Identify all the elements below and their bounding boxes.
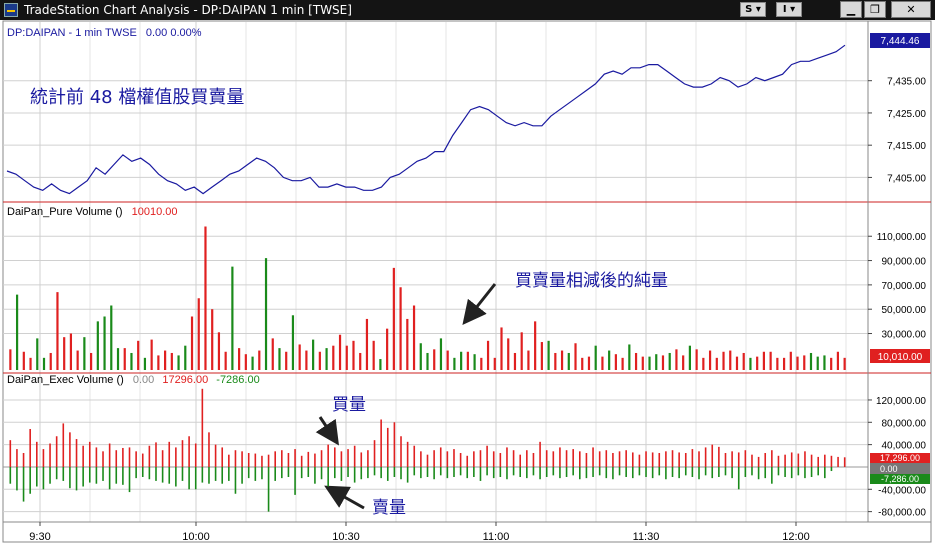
buy-volume-annotation: 買量 — [332, 395, 366, 415]
price-axis-tick-label: 7,405.00 — [887, 173, 926, 184]
tradestation-app-icon — [4, 3, 18, 17]
restore-button[interactable]: ❐ — [864, 1, 886, 18]
pure-volume-axis-tick-label: 30,000.00 — [882, 330, 927, 341]
price-axis-tick-label: 7,415.00 — [887, 141, 926, 152]
exec-volume-axis-tick-label: -40,000.00 — [878, 485, 926, 496]
exec-volume-v2: 17296.00 — [162, 374, 208, 386]
time-tick-label: 11:30 — [633, 531, 660, 543]
zero-last-value: 0.00 — [880, 464, 898, 474]
exec-volume-axis-tick-label: 80,000.00 — [882, 418, 927, 429]
zero-last-badge — [870, 463, 930, 474]
chart-area[interactable]: DP:DAIPAN - 1 min TWSE 0.00 0.00% 統計前 48… — [0, 20, 935, 545]
window-titlebar[interactable]: TradeStation Chart Analysis - DP:DAIPAN … — [0, 0, 935, 20]
pure-volume-axis-tick-label: 110,000.00 — [877, 232, 927, 243]
exec-volume-axis-tick-label: 40,000.00 — [882, 441, 927, 452]
buy-last-value: 17,296.00 — [880, 453, 920, 463]
time-tick-label: 10:00 — [182, 531, 210, 543]
sell-last-value: -7,286.00 — [881, 474, 919, 484]
exec-volume-label: DaiPan_Exec Volume () — [7, 374, 124, 386]
exec-volume-v3: -7286.00 — [216, 374, 259, 386]
price-last-value: 7,444.46 — [881, 36, 920, 47]
price-panel-annotation: 統計前 48 檔權值股買賣量 — [30, 87, 244, 108]
pure-volume-axis-tick-label: 50,000.00 — [882, 305, 927, 316]
price-axis-tick-label: 7,435.00 — [887, 77, 926, 88]
price-change-label: 0.00 0.00% — [146, 27, 202, 39]
sell-volume-annotation: 賣量 — [372, 498, 406, 518]
minimize-button[interactable]: ▁ — [840, 1, 862, 18]
pure-volume-axis-tick-label: 70,000.00 — [882, 281, 927, 292]
pure-volume-header: DaiPan_Pure Volume () 10010.00 — [7, 206, 178, 218]
time-tick-label: 11:00 — [483, 531, 510, 543]
pure-volume-axis-tick-label: 90,000.00 — [882, 257, 927, 268]
exec-volume-v1: 0.00 — [133, 374, 154, 386]
symbol-link-button[interactable]: S ▾ — [740, 2, 766, 17]
price-panel-header: DP:DAIPAN - 1 min TWSE 0.00 0.00% — [7, 27, 202, 39]
price-symbol-label: DP:DAIPAN - 1 min TWSE — [7, 27, 137, 39]
time-tick-label: 9:30 — [29, 531, 50, 543]
time-tick-label: 10:30 — [332, 531, 360, 543]
exec-volume-axis-tick-label: -80,000.00 — [878, 508, 926, 519]
pure-volume-annotation: 買賣量相減後的純量 — [515, 271, 668, 291]
pure-volume-last-value: 10,010.00 — [878, 352, 923, 363]
pure-volume-label: DaiPan_Pure Volume () — [7, 206, 123, 218]
close-button[interactable]: ✕ — [891, 1, 931, 18]
interval-link-button[interactable]: I ▾ — [776, 2, 802, 17]
pure-volume-value: 10010.00 — [132, 206, 178, 218]
price-axis-tick-label: 7,425.00 — [887, 109, 926, 120]
exec-volume-axis-tick-label: 120,000.00 — [876, 396, 926, 407]
window-title: TradeStation Chart Analysis - DP:DAIPAN … — [24, 3, 352, 17]
time-tick-label: 12:00 — [782, 531, 810, 543]
exec-volume-header: DaiPan_Exec Volume () 0.00 17296.00 -728… — [7, 374, 260, 386]
